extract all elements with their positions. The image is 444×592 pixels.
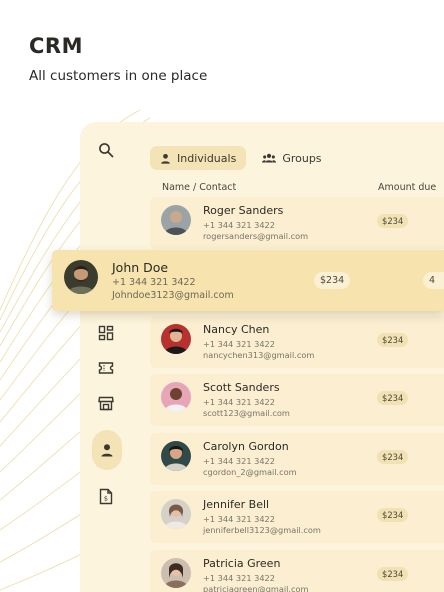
contact-name: Scott Sanders [203, 381, 280, 394]
dashboard-icon[interactable] [90, 317, 122, 349]
contact-card[interactable]: Nancy Chen +1 344 321 3422 nancychen313@… [150, 315, 444, 368]
group-icon [262, 153, 277, 163]
page-subtitle: All customers in one place [29, 68, 208, 84]
amount-badge: $234 [377, 391, 409, 405]
tab-bar: Individuals Groups [150, 146, 332, 170]
contact-phone: +1 344 321 3422 [112, 277, 196, 288]
person-icon [161, 153, 170, 164]
contact-card[interactable]: Patricia Green +1 344 321 3422 patriciag… [150, 549, 444, 592]
contact-card[interactable]: Scott Sanders +1 344 321 3422 scott123@g… [150, 374, 444, 426]
focused-contact-card[interactable]: John Doe +1 344 321 3422 Johndoe3123@gma… [52, 250, 444, 311]
amount-badge: $234 [377, 449, 409, 464]
contact-name: Carolyn Gordon [203, 439, 289, 453]
avatar [161, 499, 191, 529]
contact-name: John Doe [112, 260, 169, 275]
contact-phone: +1 344 321 3422 [203, 397, 275, 407]
contact-card[interactable]: Roger Sanders +1 344 321 3422 rogersande… [150, 197, 444, 249]
page-header: CRM [29, 34, 83, 58]
contact-email: patriciagreen@gmail.com [203, 583, 309, 592]
tab-groups[interactable]: Groups [252, 146, 331, 170]
amount-badge: $234 [377, 508, 409, 522]
contact-card[interactable]: Jennifer Bell +1 344 321 3422 jenniferbe… [150, 491, 444, 543]
contact-name: Patricia Green [203, 556, 281, 570]
contact-email: scott123@gmail.com [203, 408, 290, 418]
count-badge: 4 [423, 272, 444, 289]
person-icon[interactable] [92, 430, 122, 470]
tab-individuals[interactable]: Individuals [150, 146, 247, 170]
store-icon[interactable] [90, 387, 122, 419]
amount-badge: $234 [377, 566, 409, 581]
amount-badge: $234 [314, 272, 351, 289]
contact-phone: +1 344 321 3422 [203, 455, 275, 466]
amount-badge: $234 [377, 332, 409, 347]
svg-text:$: $ [104, 494, 108, 502]
avatar [161, 557, 191, 588]
contact-phone: +1 344 321 3422 [203, 220, 275, 230]
contact-name: Roger Sanders [203, 204, 284, 217]
sidebar: $ [80, 122, 132, 592]
tab-label: Groups [282, 151, 322, 165]
contact-phone: +1 344 321 3422 [203, 514, 275, 524]
avatar [161, 440, 191, 471]
contact-email: nancychen313@gmail.com [203, 349, 315, 360]
page-title: CRM [29, 34, 83, 58]
tab-label: Individuals [177, 151, 237, 165]
contact-name: Nancy Chen [203, 322, 270, 336]
contact-card[interactable]: Carolyn Gordon +1 344 321 3422 cgordon_2… [150, 432, 444, 485]
contact-email: cgordon_2@gmail.com [203, 466, 297, 477]
contact-phone: +1 344 321 3422 [203, 338, 275, 349]
column-header-amount: Amount due [378, 182, 437, 193]
contact-email: jenniferbell3123@gmail.com [203, 525, 321, 535]
document-icon[interactable]: $ [90, 480, 122, 512]
avatar [161, 205, 191, 235]
contact-phone: +1 344 321 3422 [203, 572, 275, 583]
avatar [161, 323, 191, 354]
contact-email: Johndoe3123@gmail.com [112, 290, 234, 301]
contact-name: Jennifer Bell [203, 498, 270, 511]
column-header-name: Name / Contact [162, 182, 237, 193]
avatar [64, 260, 98, 294]
ticket-icon[interactable] [90, 352, 122, 384]
search-icon[interactable] [90, 134, 122, 166]
contact-email: rogersanders@gmail.com [203, 231, 309, 241]
avatar [161, 382, 191, 412]
amount-badge: $234 [377, 214, 409, 228]
